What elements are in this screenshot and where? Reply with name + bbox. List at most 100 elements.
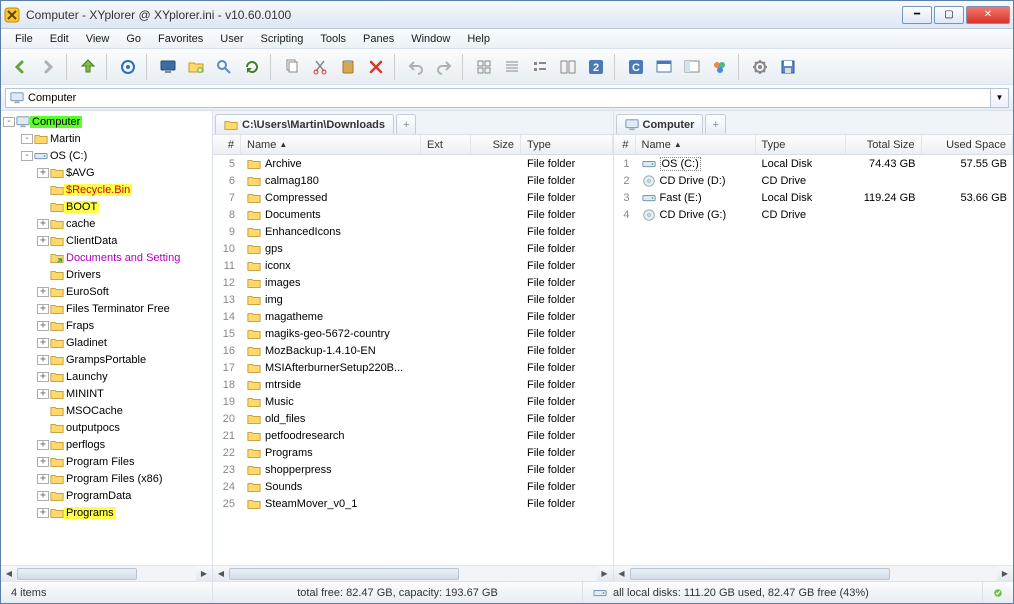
col-name[interactable]: Name ▲ — [636, 135, 756, 154]
menu-scripting[interactable]: Scripting — [253, 31, 312, 47]
delete-icon[interactable] — [363, 54, 389, 80]
pane2-add-tab[interactable]: + — [705, 114, 725, 134]
target-icon[interactable] — [115, 54, 141, 80]
tree-item[interactable]: outputpocs — [1, 419, 212, 436]
menu-tools[interactable]: Tools — [312, 31, 354, 47]
catalog-icon[interactable]: C — [623, 54, 649, 80]
pane1-list[interactable]: 5ArchiveFile folder6calmag180File folder… — [213, 155, 613, 565]
settings-icon[interactable] — [747, 54, 773, 80]
col-total[interactable]: Total Size — [846, 135, 922, 154]
refresh-icon[interactable] — [239, 54, 265, 80]
pane1-tab[interactable]: C:\Users\Martin\Downloads — [215, 114, 394, 134]
list-item[interactable]: 1OS (C:)Local Disk74.43 GB57.55 GB — [614, 155, 1014, 172]
view-icons-icon[interactable] — [471, 54, 497, 80]
search-icon[interactable] — [211, 54, 237, 80]
address-dropdown[interactable]: ▼ — [991, 88, 1009, 108]
tree-item[interactable]: +MININT — [1, 385, 212, 402]
back-button[interactable] — [7, 54, 33, 80]
menu-view[interactable]: View — [78, 31, 118, 47]
forward-button[interactable] — [35, 54, 61, 80]
list-item[interactable]: 3Fast (E:)Local Disk119.24 GB53.66 GB — [614, 189, 1014, 206]
tree-item[interactable]: +perflogs — [1, 436, 212, 453]
menu-favorites[interactable]: Favorites — [150, 31, 211, 47]
menu-user[interactable]: User — [212, 31, 251, 47]
menu-edit[interactable]: Edit — [42, 31, 77, 47]
menu-help[interactable]: Help — [459, 31, 498, 47]
tree-root[interactable]: -Computer — [1, 113, 212, 130]
list-item[interactable]: 20old_filesFile folder — [213, 410, 613, 427]
view-details-icon[interactable] — [499, 54, 525, 80]
tree-item[interactable]: +Files Terminator Free — [1, 300, 212, 317]
list-item[interactable]: 13imgFile folder — [213, 291, 613, 308]
pane-2-icon[interactable]: 2 — [583, 54, 609, 80]
undo-icon[interactable] — [403, 54, 429, 80]
menu-go[interactable]: Go — [118, 31, 149, 47]
up-button[interactable] — [75, 54, 101, 80]
list-item[interactable]: 18mtrsideFile folder — [213, 376, 613, 393]
monitor-icon[interactable] — [155, 54, 181, 80]
view-list-icon[interactable] — [527, 54, 553, 80]
menu-file[interactable]: File — [7, 31, 41, 47]
new-folder-icon[interactable] — [183, 54, 209, 80]
address-input[interactable] — [28, 92, 986, 104]
minimize-button[interactable]: ━ — [902, 6, 932, 24]
cut-icon[interactable] — [307, 54, 333, 80]
color-icon[interactable] — [707, 54, 733, 80]
col-name[interactable]: Name ▲ — [241, 135, 421, 154]
list-item[interactable]: 14magathemeFile folder — [213, 308, 613, 325]
close-button[interactable]: ✕ — [966, 6, 1010, 24]
pane2-scroll-h[interactable]: ◀▶ — [614, 565, 1014, 581]
list-item[interactable]: 10gpsFile folder — [213, 240, 613, 257]
list-item[interactable]: 7CompressedFile folder — [213, 189, 613, 206]
list-item[interactable]: 11iconxFile folder — [213, 257, 613, 274]
list-item[interactable]: 22ProgramsFile folder — [213, 444, 613, 461]
pane1-scroll-h[interactable]: ◀▶ — [213, 565, 613, 581]
tree-item[interactable]: +Program Files (x86) — [1, 470, 212, 487]
tree-item[interactable]: +cache — [1, 215, 212, 232]
tree-item[interactable]: Drivers — [1, 266, 212, 283]
copy-icon[interactable] — [279, 54, 305, 80]
redo-icon[interactable] — [431, 54, 457, 80]
window-icon[interactable] — [651, 54, 677, 80]
list-item[interactable]: 4CD Drive (G:)CD Drive — [614, 206, 1014, 223]
menu-window[interactable]: Window — [403, 31, 458, 47]
dual-pane-icon[interactable] — [555, 54, 581, 80]
pane2-list[interactable]: 1OS (C:)Local Disk74.43 GB57.55 GB2CD Dr… — [614, 155, 1014, 565]
paste-icon[interactable] — [335, 54, 361, 80]
tree-item[interactable]: +Program Files — [1, 453, 212, 470]
tree-item[interactable]: $Recycle.Bin — [1, 181, 212, 198]
save-icon[interactable] — [775, 54, 801, 80]
pane1-add-tab[interactable]: + — [396, 114, 416, 134]
col-ext[interactable]: Ext — [421, 135, 471, 154]
tree-item[interactable]: +$AVG — [1, 164, 212, 181]
col-used[interactable]: Used Space — [922, 135, 1014, 154]
tree-item[interactable]: +Programs — [1, 504, 212, 521]
list-item[interactable]: 12imagesFile folder — [213, 274, 613, 291]
list-item[interactable]: 25SteamMover_v0_1File folder — [213, 495, 613, 512]
list-item[interactable]: 23shopperpressFile folder — [213, 461, 613, 478]
tree-item[interactable]: +ProgramData — [1, 487, 212, 504]
list-item[interactable]: 15magiks-geo-5672-countryFile folder — [213, 325, 613, 342]
col-type[interactable]: Type — [521, 135, 613, 154]
list-item[interactable]: 17MSIAfterburnerSetup220B...File folder — [213, 359, 613, 376]
tree-item[interactable]: MSOCache — [1, 402, 212, 419]
pane1-columns[interactable]: # Name ▲ Ext Size Type — [213, 135, 613, 155]
pane2-tab[interactable]: Computer — [616, 114, 704, 134]
col-number[interactable]: # — [614, 135, 636, 154]
panel-icon[interactable] — [679, 54, 705, 80]
tree[interactable]: -Computer-Martin-OS (C:)+$AVG$Recycle.Bi… — [1, 111, 212, 565]
maximize-button[interactable]: ▢ — [934, 6, 964, 24]
list-item[interactable]: 16MozBackup-1.4.10-ENFile folder — [213, 342, 613, 359]
list-item[interactable]: 8DocumentsFile folder — [213, 206, 613, 223]
list-item[interactable]: 21petfoodresearchFile folder — [213, 427, 613, 444]
tree-item[interactable]: +EuroSoft — [1, 283, 212, 300]
list-item[interactable]: 24SoundsFile folder — [213, 478, 613, 495]
tree-item[interactable]: Documents and Setting — [1, 249, 212, 266]
tree-item[interactable]: -OS (C:) — [1, 147, 212, 164]
tree-item[interactable]: BOOT — [1, 198, 212, 215]
list-item[interactable]: 9EnhancedIconsFile folder — [213, 223, 613, 240]
col-number[interactable]: # — [213, 135, 241, 154]
list-item[interactable]: 6calmag180File folder — [213, 172, 613, 189]
list-item[interactable]: 5ArchiveFile folder — [213, 155, 613, 172]
list-item[interactable]: 19MusicFile folder — [213, 393, 613, 410]
